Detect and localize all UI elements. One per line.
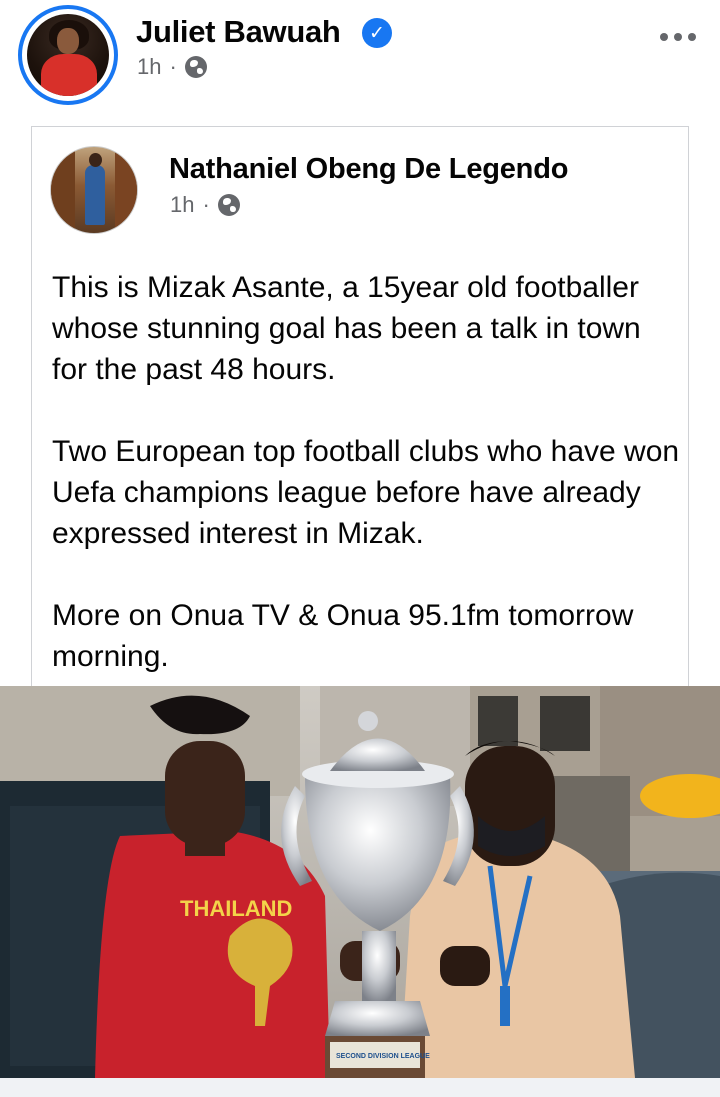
post-paragraph: This is Mizak Asante, a 15year old footb… xyxy=(52,271,641,386)
post-time[interactable]: 1h xyxy=(137,54,161,80)
shared-post-text: This is Mizak Asante, a 15year old footb… xyxy=(52,267,682,718)
post-meta: 1h · xyxy=(137,54,207,80)
shared-post-meta: 1h · xyxy=(170,192,240,218)
post-paragraph: Two European top football clubs who have… xyxy=(52,435,680,550)
more-dot-icon xyxy=(688,33,696,41)
shared-author-name[interactable]: Nathaniel Obeng De Legendo xyxy=(169,153,568,186)
meta-separator: · xyxy=(202,192,210,217)
more-options-button[interactable] xyxy=(658,22,698,52)
post-paragraph: More on Onua TV & Onua 95.1fm tomorrow m… xyxy=(52,599,634,673)
shared-post-card[interactable]: Nathaniel Obeng De Legendo 1h · This is … xyxy=(31,126,689,696)
shared-post-time[interactable]: 1h xyxy=(170,192,194,218)
meta-separator: · xyxy=(169,54,177,79)
more-dot-icon xyxy=(674,33,682,41)
globe-icon xyxy=(217,194,240,216)
shirt-text: THAILAND xyxy=(180,896,292,921)
feed-separator xyxy=(0,1078,720,1097)
post-photo[interactable]: THAILAND SECOND DIVISION LEAGUE xyxy=(0,686,720,1078)
author-avatar-image xyxy=(27,14,109,96)
author-name[interactable]: Juliet Bawuah xyxy=(136,14,341,50)
shared-author-avatar[interactable] xyxy=(50,146,138,234)
author-avatar[interactable] xyxy=(18,5,118,105)
trophy-plaque-text: SECOND DIVISION LEAGUE xyxy=(336,1053,430,1060)
more-dot-icon xyxy=(660,33,668,41)
post-header: Juliet Bawuah ✓ 1h · xyxy=(0,0,720,115)
verified-badge-icon: ✓ xyxy=(362,18,392,48)
globe-icon xyxy=(184,56,207,78)
